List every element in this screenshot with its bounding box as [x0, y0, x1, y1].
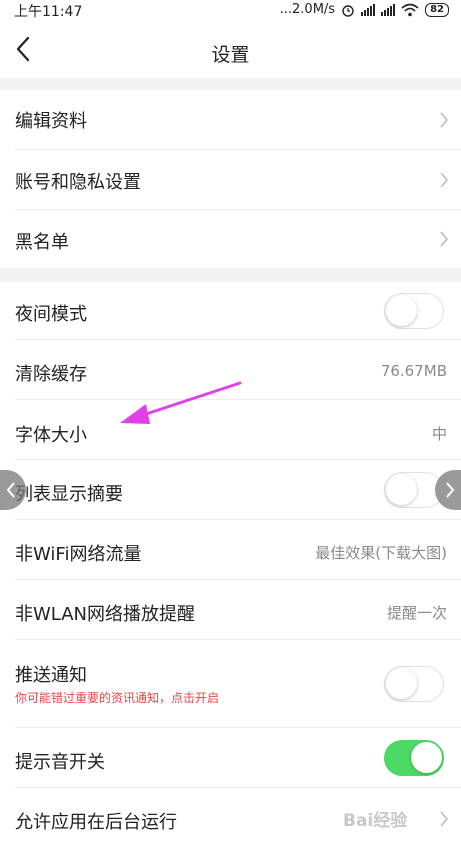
row-label: 允许应用在后台运行 [15, 812, 177, 833]
chevron-right-icon [440, 811, 449, 827]
status-time: 上午11:47 [14, 4, 83, 20]
toggle-knob [386, 474, 417, 505]
cache-size-value: 76.67MB [380, 362, 447, 380]
settings-row-sound-switch: 提示音开关 [0, 728, 461, 788]
section-divider [0, 268, 461, 282]
status-indicators: ...2.0M/s 82 [280, 2, 449, 17]
cellular-signal-icon [361, 3, 376, 16]
settings-row-blacklist[interactable]: 黑名单 [0, 210, 461, 268]
row-label: 账号和隐私设置 [15, 172, 141, 193]
battery-indicator: 82 [425, 2, 449, 17]
network-speed: ...2.0M/s [279, 2, 336, 17]
annotation-arrow-icon [120, 381, 242, 424]
baidu-jingyan-watermark: Bai经验 [343, 811, 408, 831]
push-notification-toggle[interactable] [384, 666, 444, 702]
sound-switch-toggle[interactable] [384, 740, 444, 776]
font-size-value: 中 [431, 425, 447, 443]
status-bar: 上午11:47 ...2.0M/s 82 [0, 0, 461, 22]
wifi-icon [401, 3, 419, 16]
night-mode-toggle[interactable] [384, 293, 444, 329]
push-notification-warning: 你可能错过重要的资讯通知，点击开启 [15, 691, 220, 705]
settings-row-night-mode: 夜间模式 [0, 282, 461, 340]
row-label: 非WiFi网络流量 [15, 544, 142, 565]
previous-page-button[interactable] [0, 470, 26, 510]
settings-row-push-notification[interactable]: 推送通知 你可能错过重要的资讯通知，点击开启 [0, 640, 461, 728]
settings-row-edit-profile[interactable]: 编辑资料 [0, 90, 461, 150]
row-label: 非WLAN网络播放提醒 [15, 604, 196, 625]
row-label: 列表显示摘要 [15, 484, 123, 505]
row-label: 编辑资料 [15, 111, 87, 132]
row-label: 推送通知 [15, 665, 87, 686]
row-label: 夜间模式 [15, 304, 87, 325]
chevron-right-icon [440, 172, 449, 188]
play-reminder-value: 提醒一次 [386, 604, 447, 622]
chevron-left-icon [6, 482, 15, 498]
navigation-bar: 设置 [0, 22, 461, 78]
row-label: 字体大小 [15, 425, 87, 446]
settings-row-account-privacy[interactable]: 账号和隐私设置 [0, 150, 461, 210]
row-label: 清除缓存 [15, 364, 87, 385]
non-wifi-traffic-value: 最佳效果(下载大图) [315, 544, 447, 562]
toggle-knob [386, 295, 417, 326]
toggle-knob [386, 668, 417, 699]
row-label: 提示音开关 [15, 752, 105, 773]
settings-row-list-summary: 列表显示摘要 [0, 460, 461, 520]
alarm-icon [342, 4, 354, 17]
chevron-right-icon [446, 482, 455, 498]
chevron-right-icon [440, 112, 449, 128]
page-title: 设置 [211, 44, 250, 66]
row-label: 黑名单 [15, 232, 69, 253]
toggle-knob [411, 742, 442, 773]
chevron-right-icon [440, 231, 449, 247]
settings-row-non-wlan-play-reminder[interactable]: 非WLAN网络播放提醒 提醒一次 [0, 580, 461, 640]
settings-row-non-wifi-traffic[interactable]: 非WiFi网络流量 最佳效果(下载大图) [0, 520, 461, 580]
section-divider [0, 78, 461, 90]
cellular-signal-2-icon [381, 3, 396, 16]
next-page-button[interactable] [435, 470, 461, 510]
